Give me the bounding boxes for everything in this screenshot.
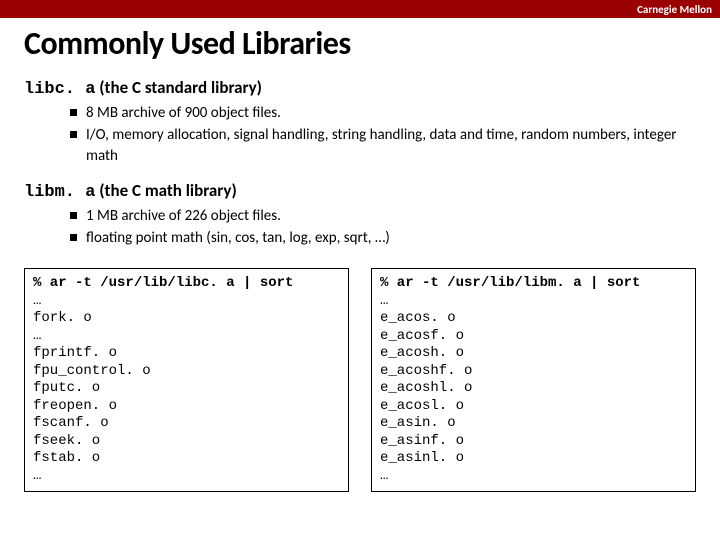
libm-heading: libm. a (the C math library) (24, 180, 696, 202)
code-columns: % ar -t /usr/lib/libc. a | sort … fork. … (24, 268, 696, 492)
list-item: floating point math (sin, cos, tan, log,… (70, 228, 696, 248)
libm-name: libm. a (24, 183, 95, 202)
libc-code-box: % ar -t /usr/lib/libc. a | sort … fork. … (24, 268, 349, 492)
libc-heading: libc. a (the C standard library) (24, 77, 696, 99)
libm-command: % ar -t /usr/lib/libm. a | sort (380, 275, 640, 291)
libm-desc: (the C math library) (99, 180, 236, 201)
libc-desc: (the C standard library) (99, 77, 262, 98)
libc-name: libc. a (24, 80, 95, 99)
libc-command: % ar -t /usr/lib/libc. a | sort (33, 275, 293, 291)
top-bar: Carnegie Mellon (0, 0, 720, 18)
libm-code-box: % ar -t /usr/lib/libm. a | sort … e_acos… (371, 268, 696, 492)
slide-content: Commonly Used Libraries libc. a (the C s… (0, 18, 720, 492)
brand-label: Carnegie Mellon (637, 3, 712, 16)
slide-title: Commonly Used Libraries (24, 24, 696, 63)
list-item: 1 MB archive of 226 object files. (70, 206, 696, 226)
libm-bullets: 1 MB archive of 226 object files. floati… (24, 202, 696, 259)
libm-output: … e_acos. o e_acosf. o e_acosh. o e_acos… (380, 293, 472, 484)
list-item: I/O, memory allocation, signal handling,… (70, 125, 696, 166)
libc-output: … fork. o … fprintf. o fpu_control. o fp… (33, 293, 151, 484)
list-item: 8 MB archive of 900 object files. (70, 103, 696, 123)
libc-bullets: 8 MB archive of 900 object files. I/O, m… (24, 99, 696, 176)
